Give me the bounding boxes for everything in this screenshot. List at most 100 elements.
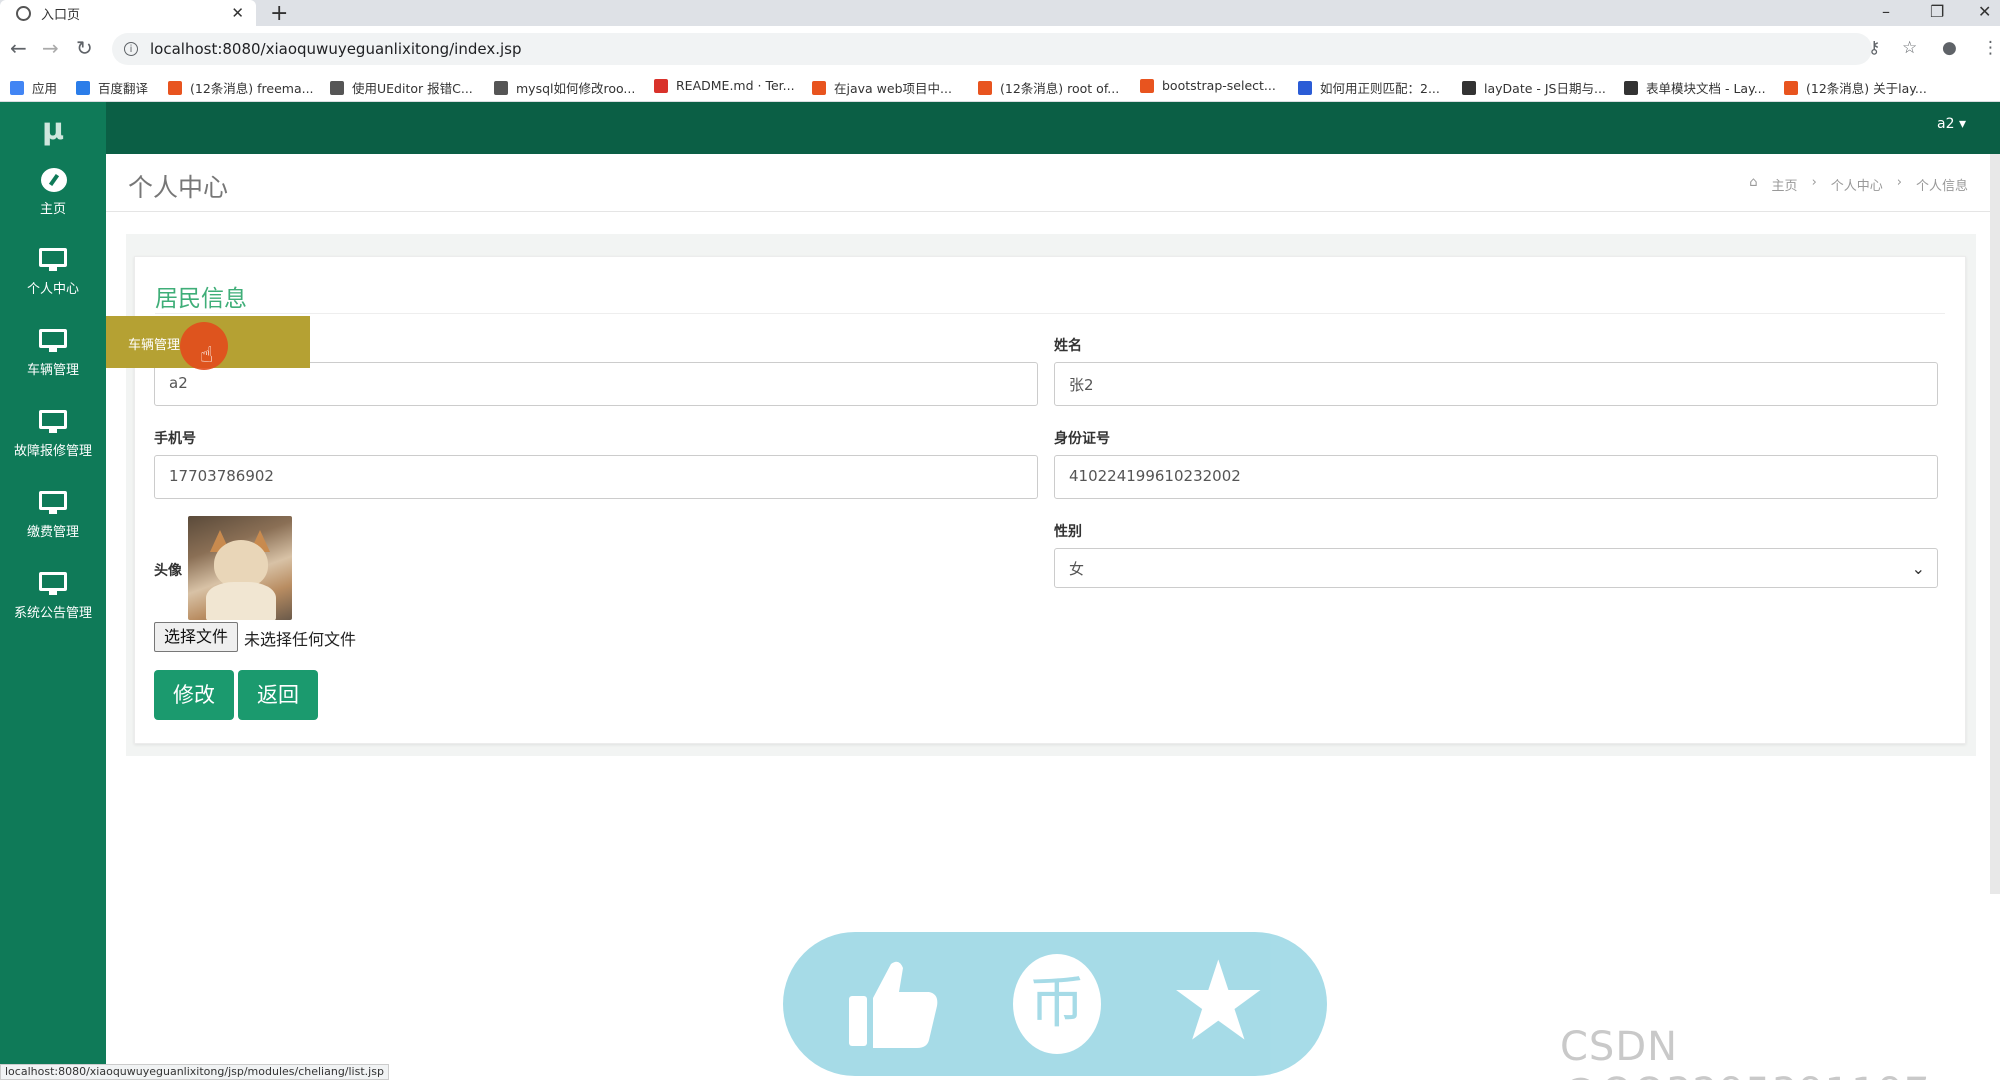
breadcrumb-separator: ›	[1896, 175, 1902, 190]
bookmark-item[interactable]: 表单模块文档 - Lay...	[1624, 78, 1766, 97]
bookmark-item[interactable]: (12条消息) root of...	[978, 78, 1119, 97]
bookmark-favicon-icon	[494, 80, 508, 95]
gender-select[interactable]: 女 ⌄	[1054, 548, 1938, 588]
id-number-label: 身份证号	[1054, 431, 1110, 447]
breadcrumb-current: 个人信息	[1915, 179, 1968, 194]
breadcrumb-home[interactable]: 主页	[1772, 175, 1798, 194]
avatar-image	[188, 516, 292, 620]
monitor-icon	[39, 410, 67, 433]
bookmark-favicon-icon	[1298, 80, 1312, 95]
bookmark-favicon-icon	[76, 80, 90, 95]
bookmark-item[interactable]: mysql如何修改roo...	[494, 78, 635, 97]
sidebar-item-announcements[interactable]: 系统公告管理	[0, 572, 106, 646]
sidebar-item-label: 主页	[39, 202, 66, 217]
sidebar-item-profile[interactable]: 个人中心	[0, 248, 106, 322]
info-icon[interactable]: i	[124, 42, 138, 56]
forward-icon[interactable]: →	[42, 36, 59, 60]
bookmark-label: mysql如何修改roo...	[516, 81, 636, 96]
bookmark-favicon-icon	[654, 78, 668, 93]
window-close-icon[interactable]: ✕	[1978, 2, 1991, 21]
divider	[155, 313, 1945, 314]
bookmark-favicon-icon	[1140, 78, 1154, 93]
new-tab-button[interactable]: +	[270, 1, 288, 26]
bookmark-label: 应用	[32, 81, 58, 96]
app-header: a2 ▾	[106, 102, 2000, 154]
minimize-icon[interactable]: –	[1882, 2, 1890, 21]
bookmark-item[interactable]: (12条消息) 关于lay...	[1784, 78, 1927, 97]
bookmark-item[interactable]: 使用UEditor 报错C...	[330, 78, 473, 97]
avatar-label: 头像	[154, 563, 182, 579]
bookmark-item[interactable]: 在java web项目中...	[812, 78, 952, 97]
bookmark-item[interactable]: bootstrap-select...	[1140, 78, 1276, 93]
breadcrumb-profile[interactable]: 个人中心	[1831, 175, 1883, 194]
coin-icon[interactable]: 币	[1013, 954, 1101, 1054]
sidebar-item-repairs[interactable]: 故障报修管理	[0, 410, 106, 484]
bookmark-item[interactable]: README.md · Ter...	[654, 78, 795, 93]
bookmark-item[interactable]: 应用	[10, 78, 57, 97]
name-label: 姓名	[1054, 338, 1082, 354]
modify-button[interactable]: 修改	[154, 670, 234, 720]
page-header: 个人中心 ⌂ 主页 › 个人中心 › 个人信息	[106, 154, 2000, 212]
phone-label: 手机号	[154, 431, 196, 447]
choose-file-button[interactable]: 选择文件	[154, 622, 238, 652]
tab-title: 入口页	[41, 7, 81, 23]
monitor-icon	[39, 248, 67, 271]
name-field[interactable]: 张2	[1054, 362, 1938, 406]
username-field[interactable]: a2	[154, 362, 1038, 406]
status-bar-url: localhost:8080/xiaoquwuyeguanlixitong/js…	[0, 1064, 389, 1080]
sidebar-item-label: 故障报修管理	[13, 444, 92, 459]
key-icon[interactable]: ⚷	[1868, 38, 1880, 58]
url-text: localhost:8080/xiaoquwuyeguanlixitong/in…	[150, 40, 522, 58]
sidebar: μ 主页 个人中心 车辆管理 故障报修管理 缴费管理 系统公告管理	[0, 102, 106, 1080]
bookmark-item[interactable]: layDate - JS日期与...	[1462, 78, 1606, 97]
dashboard-icon	[39, 168, 67, 192]
id-number-field[interactable]: 410224199610232002	[1054, 455, 1938, 499]
star-icon[interactable]: ★	[1169, 946, 1268, 1056]
bookmarks-bar: 应用 百度翻译 (12条消息) freema... 使用UEditor 报错C... m…	[0, 72, 2000, 102]
tab-close-icon[interactable]: ✕	[231, 4, 244, 22]
home-icon: ⌂	[1749, 175, 1758, 190]
phone-field[interactable]: 17703786902	[154, 455, 1038, 499]
bookmark-label: bootstrap-select...	[1162, 78, 1276, 93]
bookmark-label: 在java web项目中...	[834, 81, 952, 96]
bookmark-label: 使用UEditor 报错C...	[352, 81, 473, 96]
sidebar-item-label: 车辆管理	[26, 363, 79, 378]
bookmark-star-icon[interactable]: ☆	[1902, 38, 1917, 58]
bookmark-label: 表单模块文档 - Lay...	[1646, 81, 1766, 96]
monitor-icon	[39, 329, 67, 352]
breadcrumb: ⌂ 主页 › 个人中心 › 个人信息	[1749, 175, 1968, 194]
browser-tab[interactable]: 入口页 ✕	[0, 0, 256, 26]
sidebar-item-payments[interactable]: 缴费管理	[0, 491, 106, 565]
sidebar-item-label: 系统公告管理	[13, 606, 92, 621]
reload-icon[interactable]: ↻	[76, 36, 93, 60]
bookmark-item[interactable]: (12条消息) freema...	[168, 78, 314, 97]
watermark: CSDN @QQ3295391197	[1560, 1024, 1929, 1080]
monitor-icon	[39, 572, 67, 595]
scrollbar[interactable]	[1990, 154, 2000, 894]
bookmark-label: (12条消息) 关于lay...	[1806, 81, 1927, 96]
url-field[interactable]: i localhost:8080/xiaoquwuyeguanlixitong/…	[112, 33, 1872, 65]
bookmark-favicon-icon	[1462, 80, 1476, 95]
back-icon[interactable]: ←	[10, 36, 27, 60]
monitor-icon	[39, 491, 67, 514]
file-status-text: 未选择任何文件	[244, 630, 357, 649]
bookmark-favicon-icon	[812, 80, 826, 95]
bookmark-label: (12条消息) root of...	[1000, 81, 1120, 96]
menu-dots-icon[interactable]: ⋮	[1982, 38, 1999, 58]
chevron-down-icon: ⌄	[1911, 559, 1925, 578]
thumbs-up-icon[interactable]	[843, 954, 943, 1054]
profile-icon[interactable]: ●	[1942, 38, 1957, 58]
sidebar-item-vehicles[interactable]: 车辆管理	[0, 329, 106, 403]
address-bar: ← → ↻ i localhost:8080/xiaoquwuyeguanlix…	[0, 26, 2000, 72]
globe-icon	[16, 5, 31, 21]
bookmark-item[interactable]: 百度翻译	[76, 78, 148, 97]
back-button[interactable]: 返回	[238, 670, 318, 720]
bookmark-item[interactable]: 如何用正则匹配：2...	[1298, 78, 1440, 97]
resident-info-panel: 居民信息	[134, 256, 1966, 744]
user-menu[interactable]: a2 ▾	[1937, 116, 1966, 132]
sidebar-item-home[interactable]: 主页	[0, 168, 106, 242]
bookmark-label: 百度翻译	[98, 81, 149, 96]
bookmark-favicon-icon	[168, 80, 182, 95]
bookmark-label: 如何用正则匹配：2...	[1320, 81, 1440, 96]
restore-icon[interactable]: ❐	[1930, 2, 1944, 21]
